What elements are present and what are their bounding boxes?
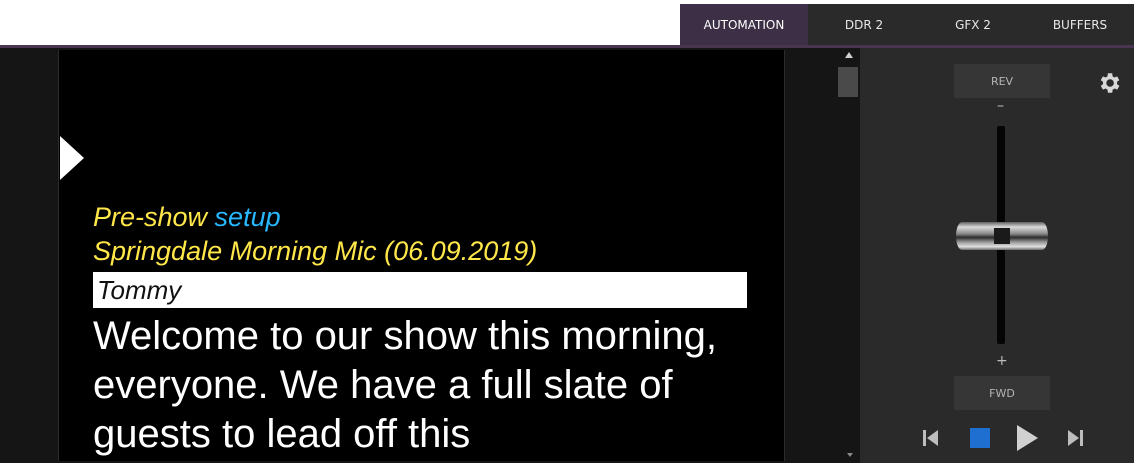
tab-buffers[interactable]: BUFFERS xyxy=(1026,4,1134,46)
reverse-button[interactable]: REV xyxy=(954,64,1050,98)
skip-back-icon[interactable] xyxy=(920,424,942,452)
script-scrollbar[interactable] xyxy=(838,50,860,461)
play-icon[interactable] xyxy=(1014,424,1040,452)
cue-marker-icon xyxy=(60,136,84,180)
faster-sign: + xyxy=(996,353,1008,369)
tab-ddr-2[interactable]: DDR 2 xyxy=(808,4,920,46)
script-heading: Pre-show setup xyxy=(93,200,783,234)
gear-icon[interactable] xyxy=(1096,70,1122,96)
transport-controls xyxy=(920,424,1090,452)
script-heading-text: Pre-show xyxy=(93,202,215,232)
tab-gfx-2[interactable]: GFX 2 xyxy=(920,4,1026,46)
skip-forward-icon[interactable] xyxy=(1064,424,1086,452)
forward-button[interactable]: FWD xyxy=(954,376,1050,410)
script-body: Welcome to our show this morning, everyo… xyxy=(93,314,717,456)
speed-control-panel: REV – + FWD xyxy=(860,48,1134,463)
slider-handle-center xyxy=(994,228,1010,244)
script-content: Pre-show setup Springdale Morning Mic (0… xyxy=(93,200,783,459)
stop-icon[interactable] xyxy=(968,424,992,452)
prompter-script-view[interactable]: Pre-show setup Springdale Morning Mic (0… xyxy=(58,50,785,461)
speaker-label: Tommy xyxy=(93,272,747,308)
script-heading-highlight: setup xyxy=(214,202,281,232)
script-subheading: Springdale Morning Mic (06.09.2019) xyxy=(93,236,538,266)
tab-automation[interactable]: AUTOMATION xyxy=(680,4,808,46)
slower-sign: – xyxy=(997,98,1004,114)
scroll-up-arrow-icon[interactable] xyxy=(845,52,853,58)
scroll-down-arrow-icon[interactable] xyxy=(847,453,853,457)
scroll-thumb[interactable] xyxy=(838,67,858,97)
top-tab-bar: AUTOMATION DDR 2 GFX 2 BUFFERS xyxy=(0,0,1134,46)
speed-slider-handle[interactable] xyxy=(956,222,1048,250)
